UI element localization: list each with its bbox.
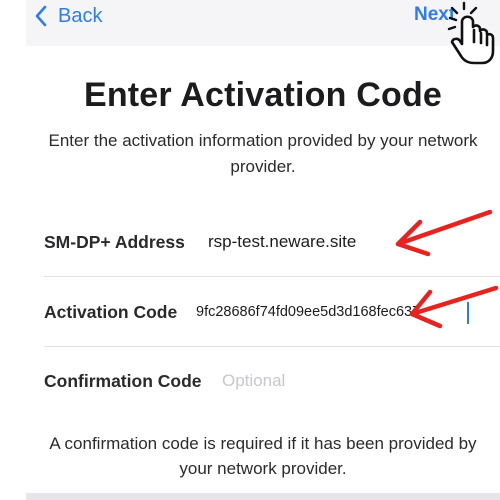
confirmation-note: A confirmation code is required if it ha…	[49, 434, 477, 478]
page-title: Enter Activation Code	[83, 76, 443, 114]
activation-code-label: Activation Code	[44, 301, 178, 322]
confirmation-code-label: Confirmation Code	[44, 370, 202, 391]
left-gutter	[0, 0, 26, 500]
activation-code-input[interactable]	[196, 304, 468, 320]
chevron-left-icon	[35, 5, 47, 27]
sm-dp-address-input[interactable]	[208, 232, 438, 252]
back-button[interactable]: Back	[34, 2, 102, 30]
bottom-bar	[26, 493, 500, 500]
pointing-hand-icon	[447, 1, 495, 65]
divider	[44, 276, 500, 277]
back-label: Back	[58, 4, 103, 27]
text-cursor	[467, 302, 469, 324]
activation-code-row[interactable]: Activation Code	[26, 292, 500, 332]
activation-screen: Back Next Enter Activation Code Enter th…	[26, 0, 500, 500]
sm-dp-address-row[interactable]: SM-DP+ Address	[26, 222, 500, 262]
page-subtitle: Enter the activation information provide…	[48, 131, 478, 176]
divider	[44, 346, 500, 347]
confirmation-code-input[interactable]	[222, 371, 422, 391]
navigation-bar: Back Next	[26, 0, 500, 46]
confirmation-code-row[interactable]: Confirmation Code	[26, 361, 500, 401]
sm-dp-address-label: SM-DP+ Address	[44, 231, 185, 252]
